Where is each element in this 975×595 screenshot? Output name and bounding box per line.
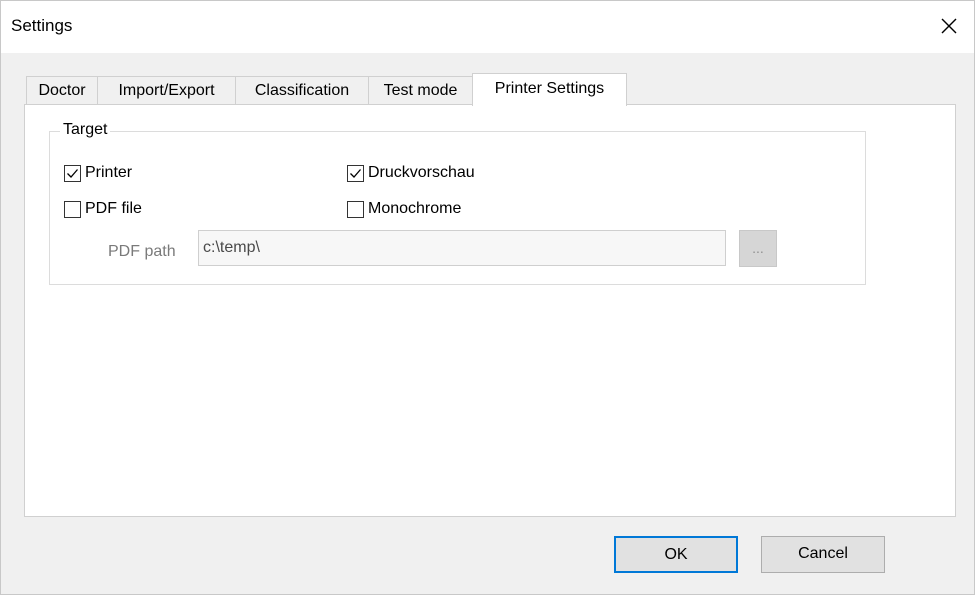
tab-printer-settings[interactable]: Printer Settings [472, 73, 627, 106]
pdf-path-input[interactable] [198, 230, 726, 266]
checkmark-icon [67, 168, 78, 178]
checkmark-icon [350, 168, 361, 178]
pdf-path-label: PDF path [108, 243, 176, 260]
title-bar: Settings [1, 1, 974, 53]
tab-classification[interactable]: Classification [235, 76, 369, 104]
druckvorschau-label: Druckvorschau [368, 164, 475, 181]
pdf-file-checkbox-row[interactable]: PDF file [64, 198, 142, 220]
settings-dialog: Settings Doctor Import/Export Classifica… [0, 0, 975, 595]
pdf-file-label: PDF file [85, 200, 142, 217]
printer-checkbox-row[interactable]: Printer [64, 162, 132, 184]
pdf-file-checkbox[interactable] [64, 200, 81, 218]
monochrome-label: Monochrome [368, 200, 462, 217]
druckvorschau-checkbox[interactable] [347, 164, 364, 182]
tab-test-mode[interactable]: Test mode [368, 76, 473, 104]
printer-checkbox[interactable] [64, 164, 81, 182]
tab-doctor[interactable]: Doctor [26, 76, 98, 104]
monochrome-checkbox[interactable] [347, 200, 364, 218]
tab-import-export[interactable]: Import/Export [97, 76, 236, 104]
ok-button[interactable]: OK [614, 536, 738, 573]
cancel-button[interactable]: Cancel [761, 536, 885, 573]
printer-settings-panel: Target Printer PDF file Druckvorschau Mo… [24, 104, 956, 517]
dialog-title: Settings [11, 16, 73, 35]
monochrome-checkbox-row[interactable]: Monochrome [347, 198, 461, 220]
close-button[interactable] [938, 15, 960, 37]
target-legend: Target [60, 121, 111, 139]
target-groupbox: Target Printer PDF file Druckvorschau Mo… [49, 121, 866, 285]
close-icon [941, 18, 957, 34]
printer-label: Printer [85, 164, 133, 181]
browse-button[interactable]: ... [739, 230, 777, 267]
druckvorschau-checkbox-row[interactable]: Druckvorschau [347, 162, 475, 184]
